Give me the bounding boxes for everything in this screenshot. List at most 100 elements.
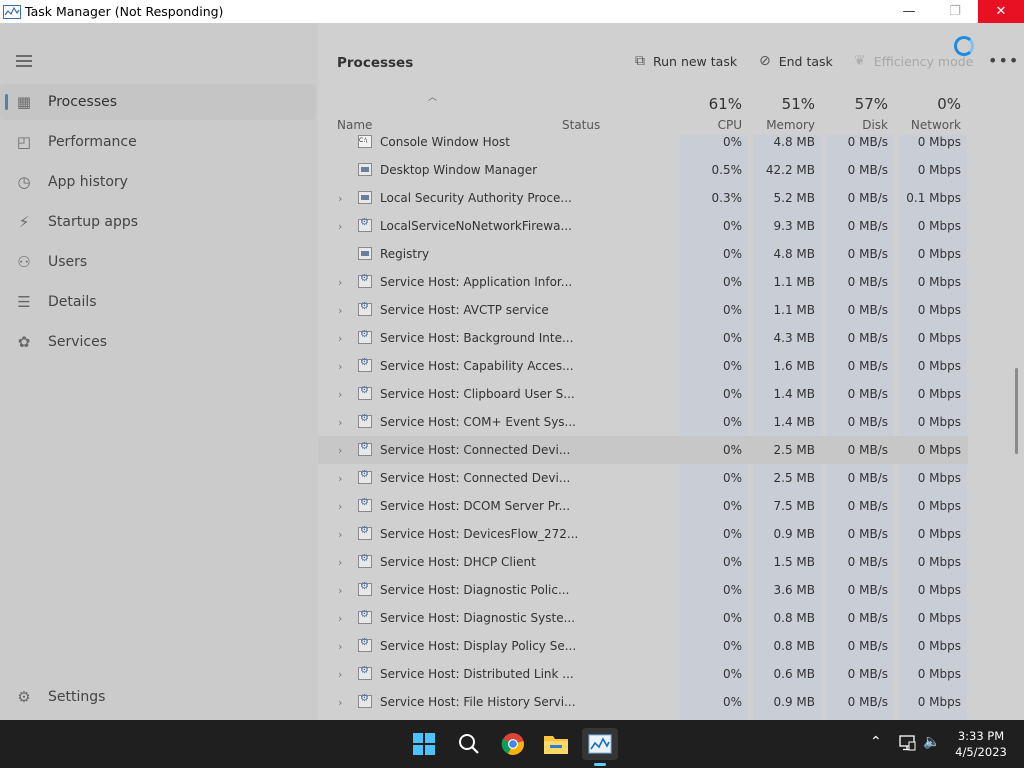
expand-chevron-icon[interactable]: ›: [338, 668, 342, 681]
scrollbar-thumb[interactable]: [1015, 368, 1018, 454]
expand-chevron-icon[interactable]: ›: [338, 360, 342, 373]
process-memory: 1.1 MB: [773, 275, 815, 289]
more-options-button[interactable]: •••: [988, 51, 1019, 70]
process-cpu: 0%: [722, 639, 742, 653]
close-button[interactable]: ✕: [978, 0, 1024, 23]
sidebar-item-details[interactable]: ☰ Details: [0, 284, 316, 320]
start-button[interactable]: [406, 728, 442, 760]
table-row[interactable]: › Service Host: AVCTP service 0% 1.1 MB 0 MB…: [318, 296, 968, 324]
expand-chevron-icon[interactable]: ›: [338, 696, 342, 709]
table-row[interactable]: › Service Host: File History Servi... 0% 0.…: [318, 688, 968, 716]
sidebar-item-label: Users: [48, 254, 88, 270]
sidebar-item-processes[interactable]: ▦ Processes: [0, 84, 316, 120]
expand-chevron-icon[interactable]: ›: [338, 472, 342, 485]
sidebar-item-app-history[interactable]: ◷ App history: [0, 164, 316, 200]
process-memory: 2.5 MB: [773, 443, 815, 457]
process-name: Service Host: Distributed Link ...: [380, 667, 574, 681]
table-row[interactable]: › Service Host: Distributed Link ... 0% 0.6…: [318, 660, 968, 688]
process-cpu: 0%: [722, 135, 742, 149]
table-row[interactable]: › Service Host: Diagnostic Polic... 0% 3.6 …: [318, 576, 968, 604]
settings-icon: ⚙: [17, 688, 31, 706]
file-explorer-button[interactable]: [538, 728, 574, 760]
table-row[interactable]: › Service Host: Diagnostic Syste... 0% 0.8 …: [318, 604, 968, 632]
minimize-button[interactable]: —: [886, 0, 932, 23]
process-icon: [358, 581, 372, 596]
hamburger-menu-icon[interactable]: [16, 55, 32, 67]
table-row[interactable]: › Service Host: DevicesFlow_272... 0% 0.9 M…: [318, 520, 968, 548]
end-task-icon: ⊘: [759, 53, 771, 69]
sidebar-item-label: Processes: [48, 94, 118, 110]
page-title: Processes: [337, 55, 414, 71]
sidebar-item-performance[interactable]: ◰ Performance: [0, 124, 316, 160]
process-disk: 0 MB/s: [847, 611, 888, 625]
efficiency-mode-button[interactable]: ❦ Efficiency mode: [854, 53, 973, 69]
process-disk: 0 MB/s: [847, 359, 888, 373]
expand-chevron-icon[interactable]: ›: [338, 220, 342, 233]
expand-chevron-icon[interactable]: ›: [338, 556, 342, 569]
clock-time: 3:33 PM: [957, 729, 1005, 743]
table-row[interactable]: › Service Host: Clipboard User S... 0% 1.4 …: [318, 380, 968, 408]
file-explorer-icon: [544, 736, 568, 754]
clock[interactable]: 3:33 PM 4/5/2023: [948, 728, 1014, 760]
table-row[interactable]: › Local Security Authority Proce... 0.3% 5.…: [318, 184, 968, 212]
expand-chevron-icon[interactable]: ›: [338, 388, 342, 401]
table-row[interactable]: › Service Host: COM+ Event Sys... 0% 1.4 MB…: [318, 408, 968, 436]
maximize-button[interactable]: ❐: [932, 0, 978, 23]
sidebar-item-services[interactable]: ✿ Services: [0, 324, 316, 360]
process-memory: 1.1 MB: [773, 303, 815, 317]
volume-icon[interactable]: 🔈: [923, 734, 940, 750]
expand-chevron-icon[interactable]: ›: [338, 612, 342, 625]
leaf-icon: ❦: [854, 53, 866, 69]
memory-total-percent: 51%: [781, 95, 815, 113]
table-row[interactable]: › Service Host: Connected Devi... 0% 2.5 MB…: [318, 464, 968, 492]
process-name: Console Window Host: [380, 135, 510, 149]
expand-chevron-icon[interactable]: ›: [338, 192, 342, 205]
table-row[interactable]: › Service Host: Application Infor... 0% 1.1…: [318, 268, 968, 296]
users-icon: ⚇: [17, 253, 31, 271]
process-network: 0 Mbps: [917, 555, 961, 569]
table-row[interactable]: › Service Host: DHCP Client 0% 1.5 MB 0 MB/s…: [318, 548, 968, 576]
table-row[interactable]: Console Window Host 0% 4.8 MB 0 MB/s 0 Mbps: [318, 128, 968, 156]
task-manager-app-icon: [3, 4, 21, 19]
expand-chevron-icon[interactable]: ›: [338, 640, 342, 653]
taskbar-search-button[interactable]: [451, 728, 487, 760]
table-row[interactable]: › LocalServiceNoNetworkFirewa... 0% 9.3 MB 0…: [318, 212, 968, 240]
table-row[interactable]: › Service Host: Capability Acces... 0% 1.6 …: [318, 352, 968, 380]
table-row[interactable]: › Service Host: Background Inte... 0% 4.3 M…: [318, 324, 968, 352]
expand-chevron-icon[interactable]: ›: [338, 304, 342, 317]
process-cpu: 0.5%: [711, 163, 743, 177]
expand-chevron-icon[interactable]: ›: [338, 332, 342, 345]
run-new-task-label: Run new task: [653, 53, 738, 69]
sidebar-item-settings[interactable]: ⚙ Settings: [0, 679, 316, 715]
run-new-task-button[interactable]: ⧉ Run new task: [635, 53, 737, 69]
expand-chevron-icon[interactable]: ›: [338, 528, 342, 541]
task-manager-taskbar-button[interactable]: [582, 728, 618, 760]
process-disk: 0 MB/s: [847, 471, 888, 485]
chrome-button[interactable]: [495, 728, 531, 760]
expand-chevron-icon[interactable]: ›: [338, 444, 342, 457]
sort-ascending-icon: ︿: [428, 93, 438, 103]
table-row[interactable]: › Service Host: DCOM Server Pr... 0% 7.5 MB…: [318, 492, 968, 520]
process-network: 0 Mbps: [917, 163, 961, 177]
process-network: 0 Mbps: [917, 583, 961, 597]
sidebar-item-users[interactable]: ⚇ Users: [0, 244, 316, 280]
busy-spinner-icon: [954, 36, 974, 56]
table-row[interactable]: › Service Host: Display Policy Se... 0% 0.8…: [318, 632, 968, 660]
expand-chevron-icon[interactable]: ›: [338, 276, 342, 289]
clock-date: 4/5/2023: [955, 745, 1007, 759]
sidebar-item-startup-apps[interactable]: ⚡ Startup apps: [0, 204, 316, 240]
expand-chevron-icon[interactable]: ›: [338, 584, 342, 597]
table-row[interactable]: › Service Host: Connected Devi... 0% 2.5 MB…: [318, 436, 968, 464]
show-hidden-icons-chevron-icon[interactable]: ⌃: [870, 734, 882, 750]
run-new-task-icon: ⧉: [635, 53, 645, 69]
network-total-percent: 0%: [937, 95, 961, 113]
end-task-button[interactable]: ⊘ End task: [759, 53, 833, 69]
process-network: 0 Mbps: [917, 303, 961, 317]
process-name: Service Host: Connected Devi...: [380, 443, 571, 457]
network-icon[interactable]: [899, 735, 917, 751]
expand-chevron-icon[interactable]: ›: [338, 416, 342, 429]
process-name: Service Host: Clipboard User S...: [380, 387, 575, 401]
expand-chevron-icon[interactable]: ›: [338, 500, 342, 513]
table-row[interactable]: Desktop Window Manager 0.5% 42.2 MB 0 MB/s 0…: [318, 156, 968, 184]
table-row[interactable]: Registry 0% 4.8 MB 0 MB/s 0 Mbps: [318, 240, 968, 268]
